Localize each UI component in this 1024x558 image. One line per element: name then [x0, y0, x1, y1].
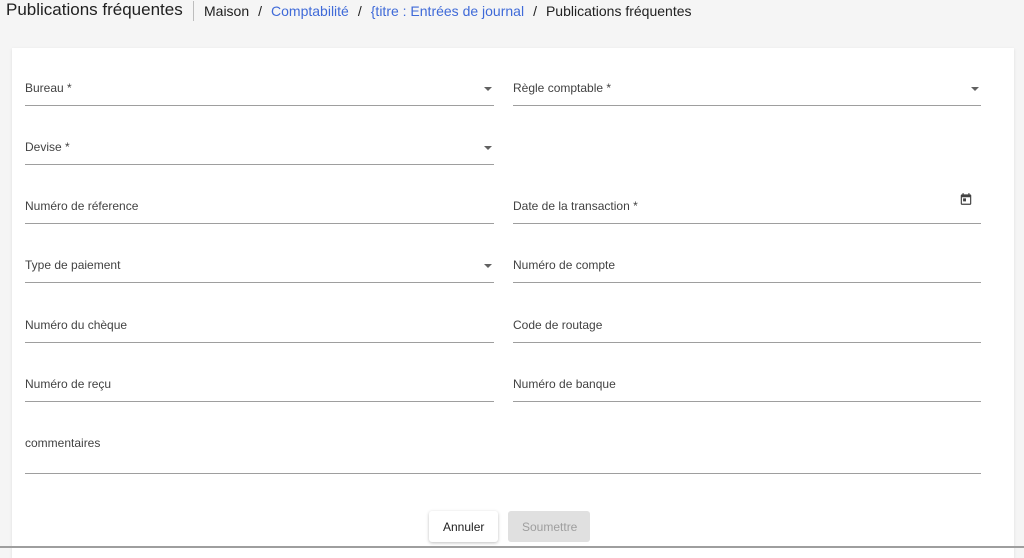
page-title: Publications fréquentes — [6, 0, 183, 19]
form-card: Bureau * Règle comptable * Devise * Numé… — [12, 48, 1014, 558]
bureau-label: Bureau * — [25, 81, 72, 95]
form-actions: Annuler Soumettre — [429, 511, 590, 542]
accounting-rule-label: Règle comptable * — [513, 81, 612, 95]
account-number-label: Numéro de compte — [513, 258, 616, 272]
transaction-date-label: Date de la transaction * — [513, 199, 638, 213]
receipt-number-field[interactable]: Numéro de reçu — [25, 374, 494, 402]
breadcrumb-separator: / — [357, 3, 362, 19]
routing-code-field[interactable]: Code de routage — [513, 315, 981, 343]
submit-button[interactable]: Soumettre — [508, 511, 590, 542]
comments-label: commentaires — [25, 436, 101, 450]
breadcrumb-separator: / — [533, 3, 537, 19]
check-number-field[interactable]: Numéro du chèque — [25, 315, 494, 343]
transaction-date-field[interactable]: Date de la transaction * — [513, 193, 981, 224]
accounting-rule-select[interactable]: Règle comptable * — [513, 78, 981, 106]
reference-number-field[interactable]: Numéro de réference — [25, 196, 494, 224]
breadcrumb-home: Maison — [204, 3, 250, 19]
chevron-down-icon — [971, 87, 979, 91]
breadcrumb-accounting-link[interactable]: Comptabilité — [271, 3, 349, 19]
account-number-field[interactable]: Numéro de compte — [513, 255, 981, 283]
comments-field[interactable]: commentaires — [25, 433, 981, 474]
title-divider — [193, 1, 194, 21]
bank-number-field[interactable]: Numéro de banque — [513, 374, 981, 402]
routing-code-label: Code de routage — [513, 318, 603, 332]
payment-type-select[interactable]: Type de paiement — [25, 255, 494, 283]
breadcrumb-journal-entries-link[interactable]: {titre : Entrées de journal — [371, 3, 524, 19]
currency-select[interactable]: Devise * — [25, 137, 494, 165]
bank-number-label: Numéro de banque — [513, 377, 616, 391]
calendar-icon[interactable] — [959, 192, 973, 206]
chevron-down-icon — [484, 146, 492, 150]
breadcrumb: Maison / Comptabilité / {titre : Entrées… — [204, 3, 692, 19]
payment-type-label: Type de paiement — [25, 258, 121, 272]
breadcrumb-current: Publications fréquentes — [545, 3, 692, 19]
currency-label: Devise * — [25, 140, 70, 154]
breadcrumb-separator: / — [258, 3, 263, 19]
reference-number-label: Numéro de réference — [25, 199, 139, 213]
chevron-down-icon — [484, 87, 492, 91]
chevron-down-icon — [484, 264, 492, 268]
bureau-select[interactable]: Bureau * — [25, 78, 494, 106]
page-header: Publications fréquentes Maison / Comptab… — [0, 0, 1024, 28]
receipt-number-label: Numéro de reçu — [25, 377, 112, 391]
check-number-label: Numéro du chèque — [25, 318, 128, 332]
cancel-button[interactable]: Annuler — [429, 511, 498, 542]
